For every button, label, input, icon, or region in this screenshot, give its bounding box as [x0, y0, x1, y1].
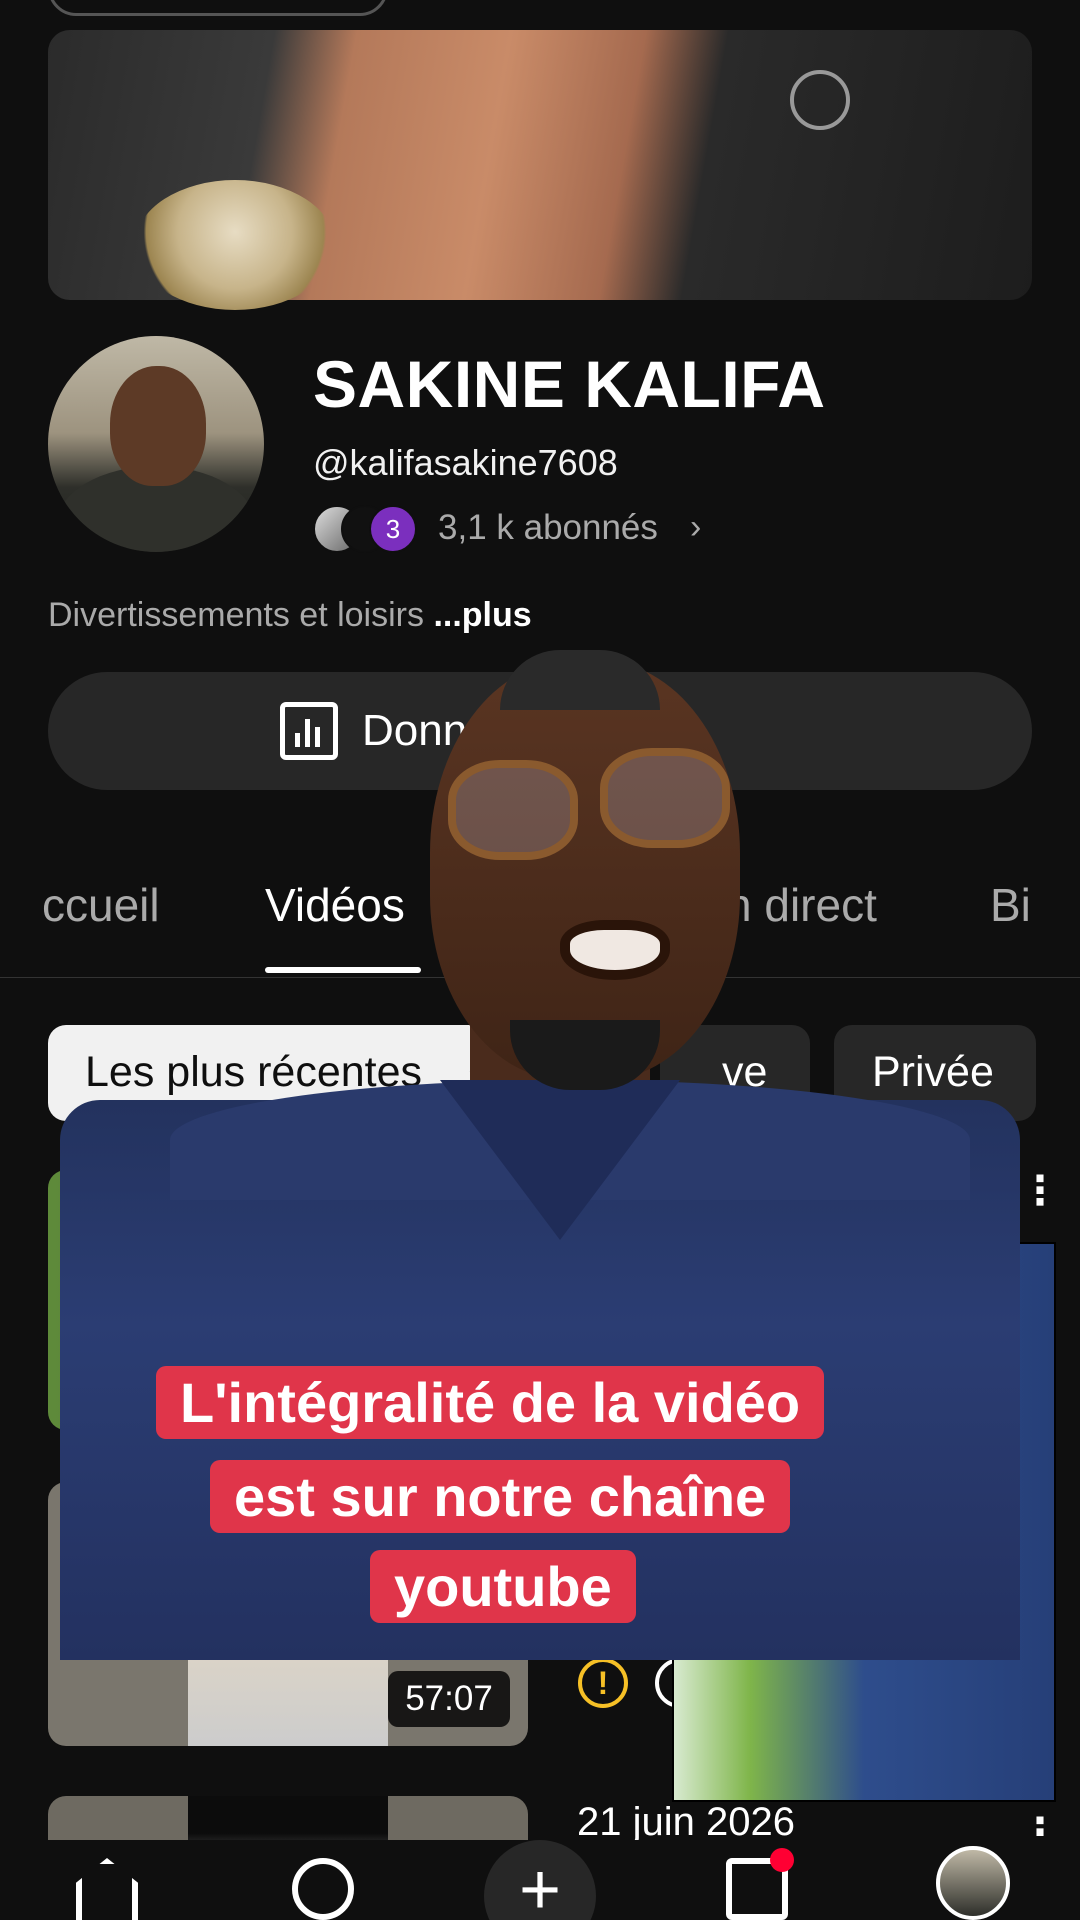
channel-description[interactable]: Divertissements et loisirs ...plus — [48, 596, 532, 635]
notification-dot — [770, 1848, 794, 1872]
description-more-link[interactable]: ...plus — [433, 596, 531, 634]
caption-line: L'intégralité de la vidéo — [156, 1366, 825, 1439]
warning-icon[interactable]: ! — [578, 1658, 628, 1708]
overlay-person-cap — [500, 650, 660, 710]
shorts-icon[interactable] — [292, 1858, 354, 1920]
chevron-right-icon[interactable]: › — [690, 508, 701, 547]
channel-avatar[interactable] — [48, 336, 264, 552]
caption-line: est sur notre chaîne — [210, 1460, 791, 1533]
subscriber-count[interactable]: 3,1 k abonnés — [438, 508, 658, 548]
overlay-person-head — [430, 660, 740, 1080]
tab-live[interactable]: n direct — [726, 878, 877, 932]
channel-handle: @kalifasakine7608 — [313, 442, 618, 483]
subscriber-avatars[interactable]: 3 — [313, 505, 423, 553]
tab-home[interactable]: ccueil — [42, 878, 160, 932]
overlay-person-mouth — [560, 920, 670, 980]
profile-avatar[interactable] — [936, 1846, 1010, 1920]
analytics-icon — [280, 702, 338, 760]
channel-name: SAKINE KALIFA — [313, 347, 826, 421]
private-chip-label: Privée — [872, 1048, 994, 1096]
description-text: Divertissements et loisirs — [48, 596, 424, 634]
caption-line: youtube — [370, 1550, 636, 1623]
tab-selected-indicator — [265, 967, 421, 973]
top-pill-button[interactable] — [48, 0, 388, 16]
tab-videos[interactable]: Vidéos — [265, 878, 405, 932]
glasses-lens — [600, 748, 730, 848]
glasses-lens — [448, 760, 578, 860]
avatar-head — [110, 366, 206, 486]
video-date: 21 juin 2026 — [577, 1800, 795, 1844]
subscriber-badge: 3 — [369, 505, 417, 553]
banner-ring-image — [790, 70, 850, 130]
more-options-icon[interactable]: ⋮ — [1020, 1168, 1060, 1214]
video-duration: 57:07 — [388, 1671, 510, 1727]
tab-bi[interactable]: Bi — [990, 878, 1031, 932]
banner-watch-image — [135, 180, 335, 310]
